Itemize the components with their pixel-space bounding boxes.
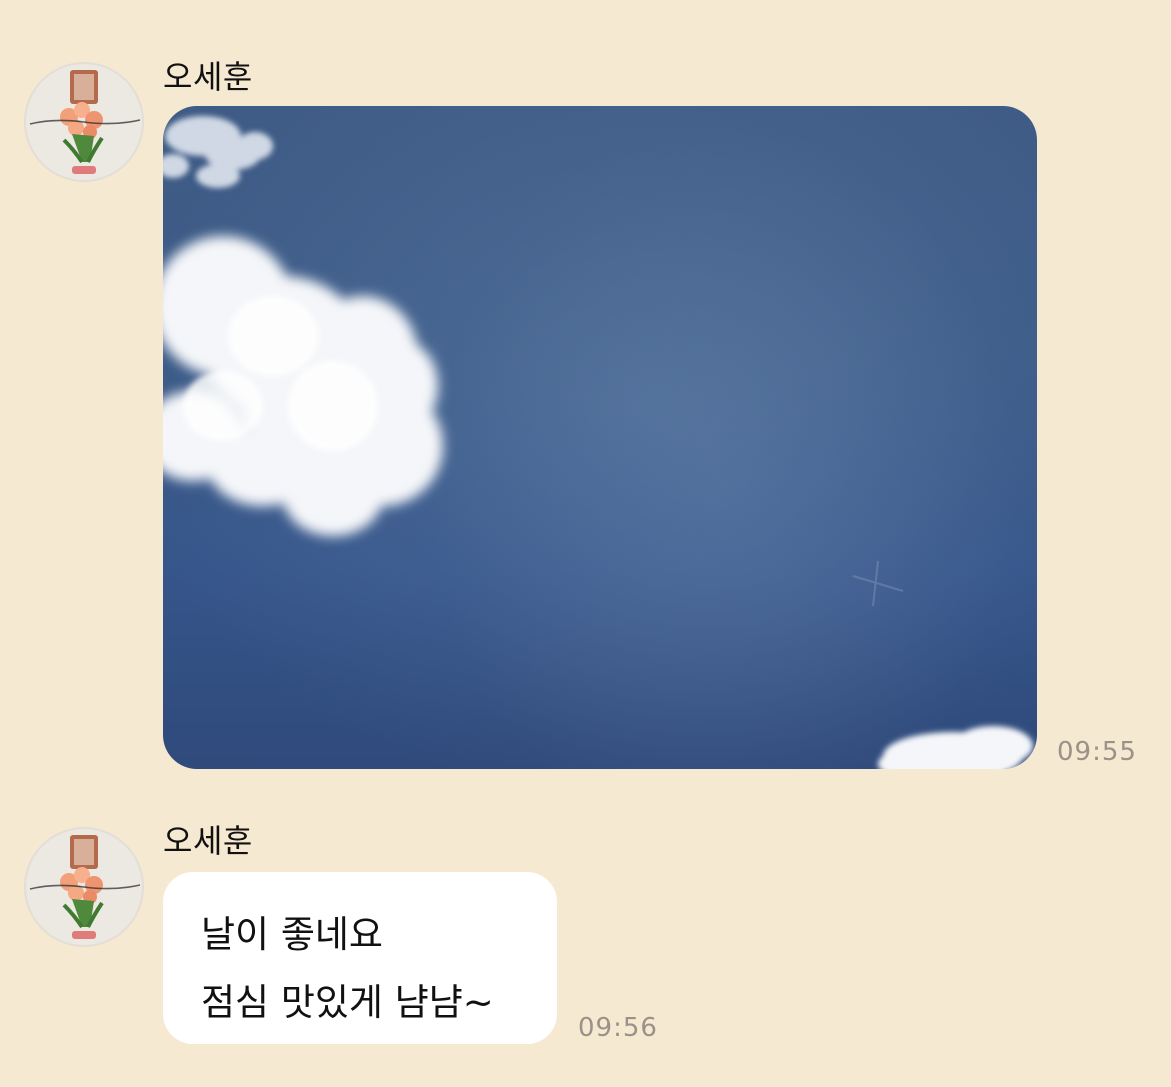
sky-photo[interactable] [163,106,1037,769]
sender-name: 오세훈 [163,822,253,860]
message-timestamp: 09:56 [578,1013,658,1043]
sky-photo-icon [163,106,1037,769]
message-text-line-2: 점심 맛있게 냠냠~ [201,981,494,1024]
message-text-line-1: 날이 좋네요 [201,913,383,956]
sender-avatar[interactable] [24,62,144,182]
avatar-flowers-icon [26,829,142,945]
message-bubble[interactable]: 날이 좋네요 점심 맛있게 냠냠~ [163,872,557,1044]
sender-avatar[interactable] [24,827,144,947]
sender-name: 오세훈 [163,58,253,96]
message-timestamp: 09:55 [1057,737,1137,767]
avatar-flowers-icon [26,64,142,180]
